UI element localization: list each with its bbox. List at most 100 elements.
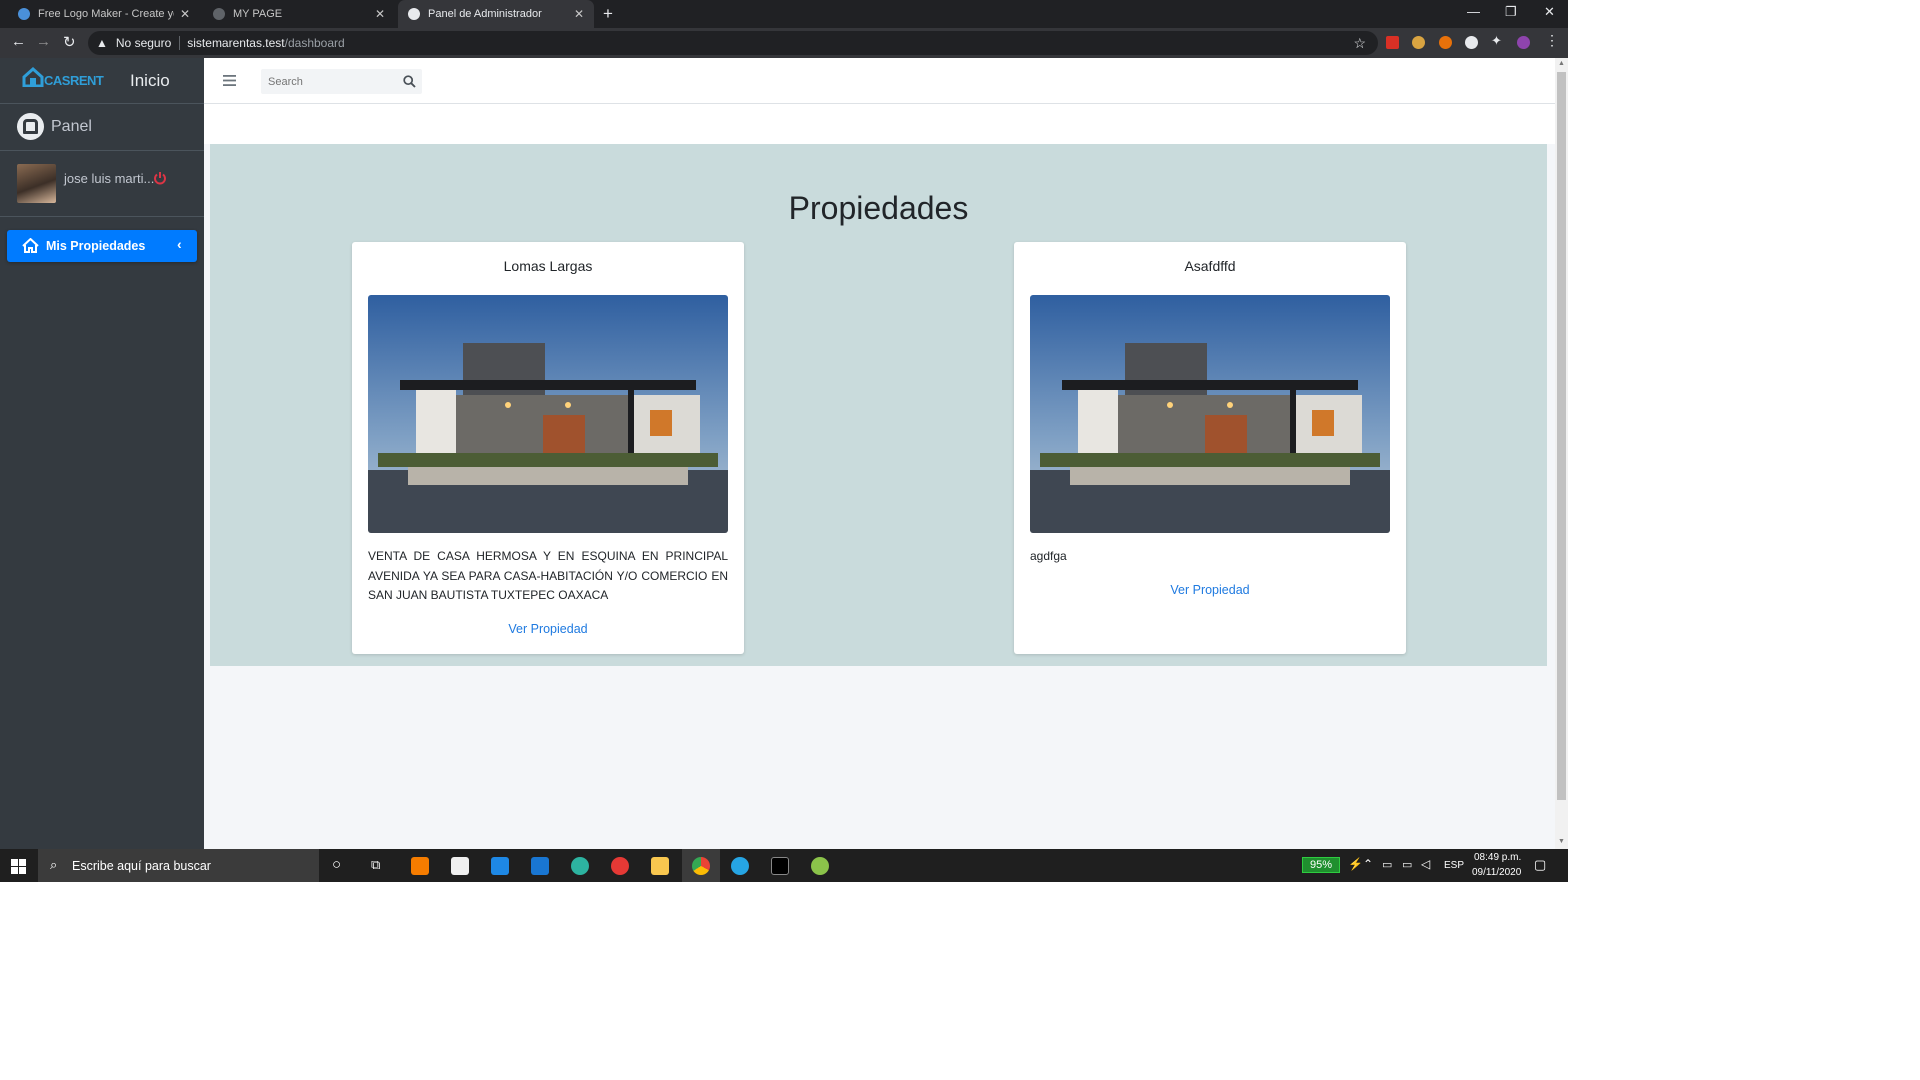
page-title: Propiedades bbox=[788, 190, 969, 226]
taskbar-search[interactable]: ⌕ Escribe aquí para buscar bbox=[38, 849, 319, 882]
store-icon[interactable] bbox=[451, 857, 469, 875]
property-card: Asafdffd agdfga Ver Propiedad bbox=[1014, 242, 1406, 654]
properties-panel: Propiedades Lomas Largas VENTA DE CASA H… bbox=[210, 144, 1547, 666]
extension-icon[interactable] bbox=[1386, 36, 1399, 49]
scroll-up-icon[interactable]: ▲ bbox=[1558, 60, 1565, 67]
chevron-left-icon: ‹ bbox=[177, 236, 182, 252]
home-icon bbox=[22, 238, 39, 253]
security-label: No seguro bbox=[115, 36, 172, 50]
network-icon[interactable]: ▭ bbox=[1382, 858, 1392, 871]
extension-icon[interactable] bbox=[1465, 36, 1478, 49]
url-path: /dashboard bbox=[284, 36, 345, 50]
plug-icon: ⚡ bbox=[1348, 857, 1363, 871]
minimize-icon[interactable]: — bbox=[1467, 4, 1480, 19]
content-header bbox=[204, 104, 1555, 144]
card-title: Lomas Largas bbox=[503, 258, 593, 274]
menu-kebab-icon[interactable]: ⋮ bbox=[1545, 32, 1559, 48]
edge-icon[interactable] bbox=[571, 857, 589, 875]
browser-tab-panel[interactable]: Panel de Administrador ✕ bbox=[398, 0, 594, 28]
sidebar-item-label: Mis Propiedades bbox=[46, 239, 146, 253]
property-image bbox=[1030, 295, 1390, 533]
back-icon[interactable]: ← bbox=[11, 33, 26, 50]
new-tab-icon[interactable]: + bbox=[603, 4, 613, 24]
hs-app-icon[interactable] bbox=[811, 857, 829, 875]
browser-tab-bar: Free Logo Maker - Create your o ✕ MY PAG… bbox=[0, 0, 1568, 28]
cookie-extension-icon[interactable] bbox=[1412, 36, 1425, 49]
scrollbar-thumb[interactable] bbox=[1557, 72, 1566, 800]
user-name[interactable]: jose luis marti... bbox=[64, 171, 154, 186]
ver-propiedad-link[interactable]: Ver Propiedad bbox=[352, 622, 744, 636]
omnibox[interactable]: ▲ No seguro sistemarentas.test /dashboar… bbox=[88, 31, 1378, 55]
panel-header[interactable]: Panel bbox=[0, 104, 204, 151]
sidebar: CASRENT Inicio Panel jose luis marti... … bbox=[0, 58, 204, 849]
volume-icon[interactable]: ◁ bbox=[1421, 857, 1430, 871]
reload-icon[interactable]: ↻ bbox=[63, 33, 76, 51]
clock-time[interactable]: 08:49 p.m. bbox=[1474, 852, 1521, 863]
file-explorer-icon[interactable] bbox=[651, 857, 669, 875]
bookmark-star-icon[interactable]: ☆ bbox=[1353, 35, 1366, 52]
house-logo-icon bbox=[22, 67, 44, 87]
search-input[interactable] bbox=[261, 69, 397, 94]
extension-icon[interactable] bbox=[1439, 36, 1452, 49]
puzzle-icon[interactable]: ✦ bbox=[1491, 33, 1504, 48]
scroll-down-icon[interactable]: ▼ bbox=[1558, 838, 1565, 845]
url-host: sistemarentas.test bbox=[187, 36, 285, 50]
chevron-up-icon[interactable]: ⌃ bbox=[1363, 857, 1373, 871]
taskbar-search-placeholder: Escribe aquí para buscar bbox=[72, 859, 211, 873]
close-icon[interactable]: ✕ bbox=[574, 7, 584, 21]
task-view-icon[interactable]: ⧉ bbox=[371, 857, 380, 873]
ver-propiedad-link[interactable]: Ver Propiedad bbox=[1014, 583, 1406, 597]
omnibox-divider bbox=[179, 36, 181, 50]
browser-tab-my-page[interactable]: MY PAGE ✕ bbox=[203, 0, 395, 28]
app-icon[interactable] bbox=[731, 857, 749, 875]
terminal-icon[interactable] bbox=[771, 857, 789, 875]
language-indicator[interactable]: ESP bbox=[1444, 860, 1464, 871]
user-panel: jose luis marti... bbox=[0, 151, 204, 217]
logo-maker-favicon-icon bbox=[18, 8, 30, 20]
vscode-icon[interactable] bbox=[491, 857, 509, 875]
globe-icon bbox=[213, 8, 225, 20]
power-icon[interactable] bbox=[153, 171, 167, 185]
battery-indicator[interactable]: 95% bbox=[1302, 857, 1340, 873]
notifications-icon[interactable]: ▢ bbox=[1534, 857, 1546, 873]
battery-icon[interactable]: ▭ bbox=[1402, 858, 1412, 871]
card-description: agdfga bbox=[1030, 549, 1067, 563]
browser-address-bar: ← → ↻ ▲ No seguro sistemarentas.test /da… bbox=[0, 28, 1568, 58]
property-card: Lomas Largas VENTA DE CASA HERMOSA Y EN … bbox=[352, 242, 744, 654]
close-icon[interactable]: ✕ bbox=[180, 7, 190, 21]
window-close-icon[interactable]: ✕ bbox=[1544, 4, 1555, 20]
windows-start-icon[interactable] bbox=[11, 859, 26, 874]
opera-icon[interactable] bbox=[611, 857, 629, 875]
search-box bbox=[261, 69, 422, 94]
profile-avatar[interactable] bbox=[1517, 36, 1530, 49]
panel-logo-icon bbox=[17, 113, 44, 140]
cortana-icon[interactable]: ○ bbox=[332, 856, 341, 873]
page-scrollbar[interactable]: ▲ ▼ bbox=[1555, 58, 1568, 849]
brand-text: CASRENT bbox=[44, 73, 104, 88]
restore-icon[interactable]: ❐ bbox=[1505, 4, 1517, 20]
xampp-icon[interactable] bbox=[411, 857, 429, 875]
avatar bbox=[17, 164, 56, 203]
warning-icon: ▲ bbox=[96, 36, 108, 50]
hamburger-menu-icon[interactable] bbox=[223, 75, 236, 86]
chrome-icon bbox=[692, 857, 710, 875]
globe-icon bbox=[408, 8, 420, 20]
sidebar-item-mis-propiedades[interactable]: Mis Propiedades ‹ bbox=[7, 230, 197, 262]
clock-date[interactable]: 09/11/2020 bbox=[1472, 867, 1521, 878]
property-image bbox=[368, 295, 728, 533]
browser-tab-logo-maker[interactable]: Free Logo Maker - Create your o ✕ bbox=[8, 0, 200, 28]
mail-icon[interactable] bbox=[531, 857, 549, 875]
search-icon: ⌕ bbox=[50, 857, 58, 872]
search-icon[interactable] bbox=[403, 75, 416, 88]
tab-title: Free Logo Maker - Create your o bbox=[38, 8, 174, 20]
content-wrapper: Propiedades Lomas Largas bbox=[204, 58, 1555, 849]
panel-title: Panel bbox=[51, 118, 92, 135]
close-icon[interactable]: ✕ bbox=[375, 7, 385, 21]
tab-title: MY PAGE bbox=[233, 8, 283, 20]
brand-link[interactable]: CASRENT Inicio bbox=[0, 58, 204, 104]
forward-icon[interactable]: → bbox=[36, 33, 51, 50]
top-navbar bbox=[204, 58, 1555, 104]
chrome-taskbar-active[interactable] bbox=[682, 849, 720, 882]
inicio-link[interactable]: Inicio bbox=[130, 71, 170, 91]
card-description: VENTA DE CASA HERMOSA Y EN ESQUINA EN PR… bbox=[368, 549, 728, 602]
